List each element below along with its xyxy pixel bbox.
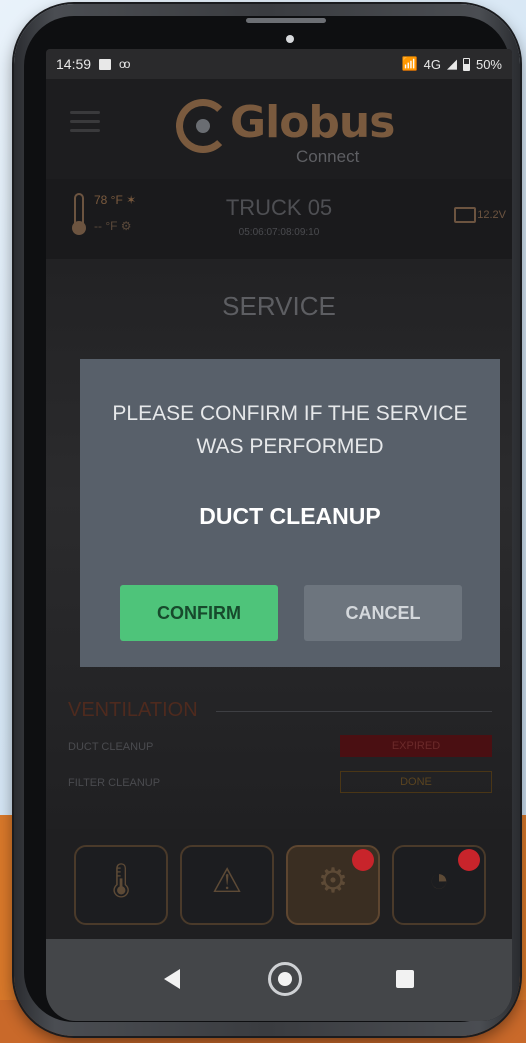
phone-screen: 14:59 oo 📶 4G ◢ 50% Globus Connect 78 °F… bbox=[46, 49, 512, 1021]
confirm-button[interactable]: CONFIRM bbox=[120, 585, 278, 641]
service-item-label: DUCT CLEANUP bbox=[68, 741, 154, 753]
logo-mark-icon bbox=[176, 99, 230, 153]
home-icon[interactable] bbox=[268, 962, 302, 996]
notification-badge bbox=[352, 849, 374, 871]
tab-service[interactable]: ⚙ bbox=[286, 845, 380, 925]
confirm-dialog: PLEASE CONFIRM IF THE SERVICE WAS PERFOR… bbox=[80, 359, 500, 667]
section-divider bbox=[216, 711, 492, 712]
dialog-service-name: DUCT CLEANUP bbox=[199, 503, 381, 529]
voicemail-icon: oo bbox=[119, 57, 130, 71]
network-type: 4G bbox=[423, 56, 441, 72]
status-bar: 14:59 oo 📶 4G ◢ 50% bbox=[46, 49, 512, 79]
menu-icon[interactable] bbox=[70, 111, 100, 133]
status-time: 14:59 bbox=[56, 56, 92, 72]
front-camera bbox=[286, 35, 294, 43]
tab-gauge[interactable]: ◔ bbox=[392, 845, 486, 925]
battery-voltage: 12.2V bbox=[477, 209, 506, 221]
truck-id-code: 05:06:07:08:09:10 bbox=[238, 227, 320, 238]
bottom-tab-bar: 🌡 ⚠ ⚙ ◔ bbox=[46, 829, 512, 939]
service-title: SERVICE bbox=[222, 291, 336, 321]
phone-frame: 14:59 oo 📶 4G ◢ 50% Globus Connect 78 °F… bbox=[14, 4, 520, 1036]
globus-logo: Globus Connect bbox=[176, 97, 396, 167]
truck-name[interactable]: TRUCK 05 bbox=[46, 195, 512, 221]
app-header: Globus Connect bbox=[46, 79, 512, 179]
notification-badge bbox=[458, 849, 480, 871]
truck-info-row: 78 °F ✶ -- °F ⚙ TRUCK 05 05:06:07:08:09:… bbox=[46, 179, 512, 259]
vehicle-battery-icon bbox=[454, 207, 476, 223]
thermometer-icon: 🌡 bbox=[99, 862, 143, 900]
service-item-label: FILTER CLEANUP bbox=[68, 777, 161, 789]
speaker-grille bbox=[246, 18, 326, 23]
gallery-icon bbox=[99, 58, 112, 70]
signal-icon: ◢ bbox=[446, 56, 457, 71]
battery-icon bbox=[462, 57, 470, 71]
battery-percent: 50% bbox=[475, 56, 502, 72]
status-badge-expired[interactable]: EXPIRED bbox=[340, 735, 492, 757]
status-badge-done[interactable]: DONE bbox=[340, 771, 492, 793]
wifi-calling-icon: 📶 bbox=[401, 56, 418, 71]
cancel-button[interactable]: CANCEL bbox=[304, 585, 462, 641]
warning-icon: ⚠ bbox=[211, 862, 243, 900]
logo-subtitle: Connect bbox=[296, 147, 360, 166]
tab-alerts[interactable]: ⚠ bbox=[180, 845, 274, 925]
tab-climate[interactable]: 🌡 bbox=[74, 845, 168, 925]
android-nav-bar bbox=[46, 939, 512, 1021]
dialog-message: PLEASE CONFIRM IF THE SERVICE WAS PERFOR… bbox=[112, 402, 468, 458]
recent-apps-icon[interactable] bbox=[396, 970, 414, 988]
section-ventilation: VENTILATION bbox=[68, 699, 198, 721]
logo-text: Globus bbox=[230, 97, 395, 148]
back-icon[interactable] bbox=[164, 969, 180, 989]
